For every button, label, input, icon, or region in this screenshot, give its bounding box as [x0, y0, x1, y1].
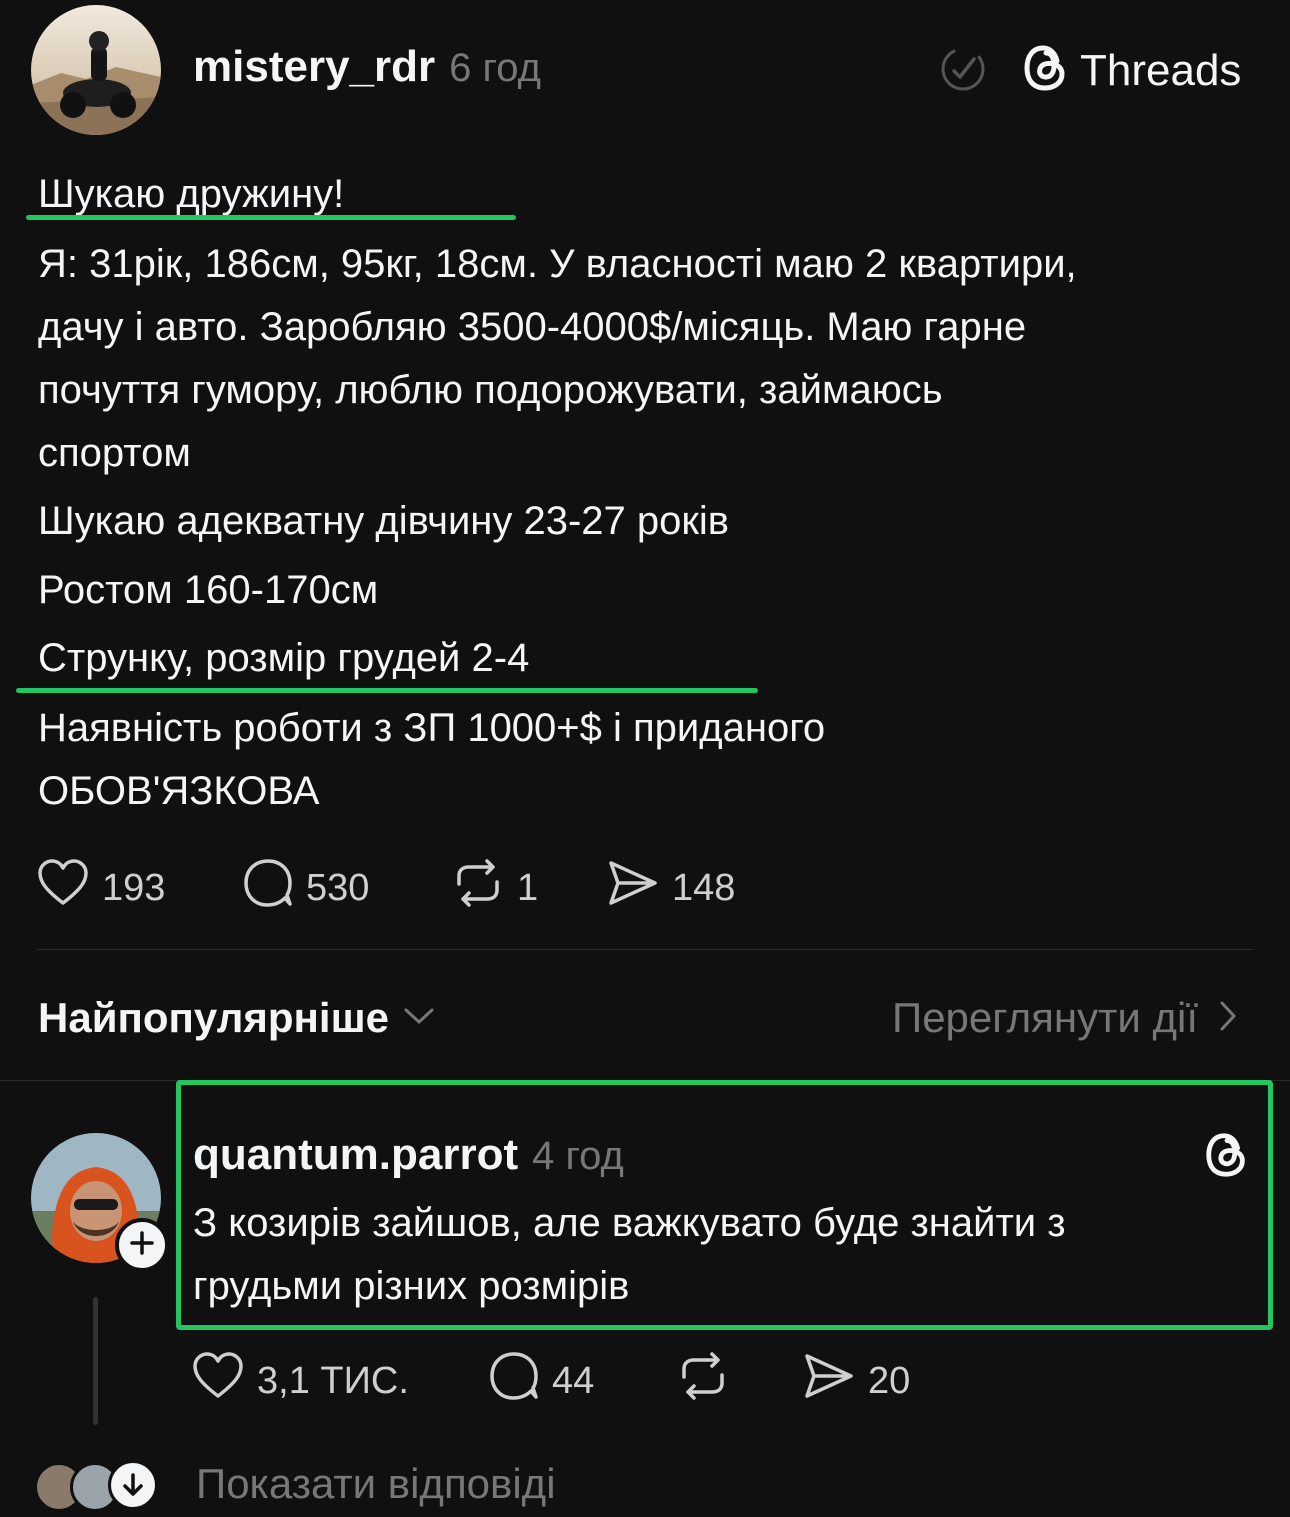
- post-username[interactable]: mistery_rdr: [193, 42, 435, 92]
- repost-count: 1: [517, 866, 539, 909]
- threads-label: Threads: [1080, 45, 1242, 95]
- comment-bubble-icon: [488, 1351, 552, 1411]
- send-icon: [606, 858, 672, 918]
- post-text-line: Наявність роботи з ЗП 1000+$ і приданого: [38, 706, 826, 750]
- heart-icon: [191, 1351, 257, 1411]
- sort-label: Найпопулярніше: [38, 994, 389, 1041]
- reply-threads-icon[interactable]: [1202, 1128, 1252, 1187]
- repost-button[interactable]: 1: [451, 858, 538, 918]
- post-text-line: дачу і авто. Заробляю 3500-4000$/місяць.…: [38, 305, 1027, 349]
- text-highlight-underline: [16, 688, 758, 693]
- reply-like-count: 3,1 ТИС.: [257, 1359, 409, 1402]
- chevron-right-icon: [1218, 999, 1238, 1038]
- repost-icon: [676, 1351, 742, 1411]
- share-button[interactable]: 148: [606, 858, 735, 918]
- comment-button[interactable]: 530: [242, 858, 369, 918]
- divider: [36, 949, 1254, 950]
- like-count: 193: [102, 866, 166, 909]
- reply-share-button[interactable]: 20: [802, 1351, 910, 1411]
- reply-username[interactable]: quantum.parrot: [193, 1130, 518, 1180]
- reply-text-line: З козирів зайшов, але важкувато буде зна…: [193, 1201, 1066, 1245]
- plus-icon: [129, 1230, 155, 1261]
- comment-bubble-icon: [242, 858, 306, 918]
- like-button[interactable]: 193: [36, 858, 165, 918]
- threads-logo-icon: [1020, 40, 1072, 101]
- share-count: 148: [672, 866, 736, 909]
- thread-line: [93, 1297, 98, 1425]
- reply-text-line: грудьми різних розмірів: [193, 1264, 630, 1308]
- title-highlight-underline: [26, 215, 516, 220]
- view-activity-link[interactable]: Переглянути дії: [892, 994, 1238, 1042]
- reply-comment-button[interactable]: 44: [488, 1351, 594, 1411]
- reply-repost-button[interactable]: [676, 1351, 742, 1411]
- post-text-line: Ростом 160-170см: [38, 568, 379, 612]
- author-avatar[interactable]: [31, 5, 161, 135]
- view-activity-label: Переглянути дії: [892, 994, 1198, 1041]
- follow-plus-button[interactable]: [115, 1218, 169, 1272]
- translate-icon[interactable]: [938, 44, 988, 99]
- threads-brand[interactable]: Threads: [1020, 40, 1241, 101]
- repost-icon: [451, 858, 517, 918]
- chevron-down-icon: [403, 1006, 435, 1031]
- heart-icon: [36, 858, 102, 918]
- reply-time: 4 год: [532, 1134, 624, 1178]
- post-text-line: почуття гумору, люблю подорожувати, займ…: [38, 368, 943, 412]
- arrow-down-icon: [108, 1460, 158, 1510]
- show-replies-label: Показати відповіді: [196, 1460, 556, 1507]
- post-title: Шукаю дружину!: [38, 172, 345, 216]
- post-text-line: спортом: [38, 431, 191, 475]
- reply-comment-count: 44: [552, 1359, 595, 1402]
- reply-share-count: 20: [868, 1359, 911, 1402]
- post-text-line: ОБОВ'ЯЗКОВА: [38, 769, 320, 813]
- post-text-line: Я: 31рік, 186см, 95кг, 18см. У власності…: [38, 242, 1077, 286]
- reply-like-button[interactable]: 3,1 ТИС.: [191, 1351, 409, 1411]
- show-replies-button[interactable]: Показати відповіді: [30, 1458, 556, 1512]
- post-time: 6 год: [449, 46, 541, 90]
- comment-count: 530: [306, 866, 370, 909]
- sort-dropdown[interactable]: Найпопулярніше: [38, 994, 435, 1042]
- send-icon: [802, 1351, 868, 1411]
- post-text-line: Шукаю адекватну дівчину 23-27 років: [38, 499, 730, 543]
- post-text-line: Струнку, розмір грудей 2-4: [38, 636, 530, 680]
